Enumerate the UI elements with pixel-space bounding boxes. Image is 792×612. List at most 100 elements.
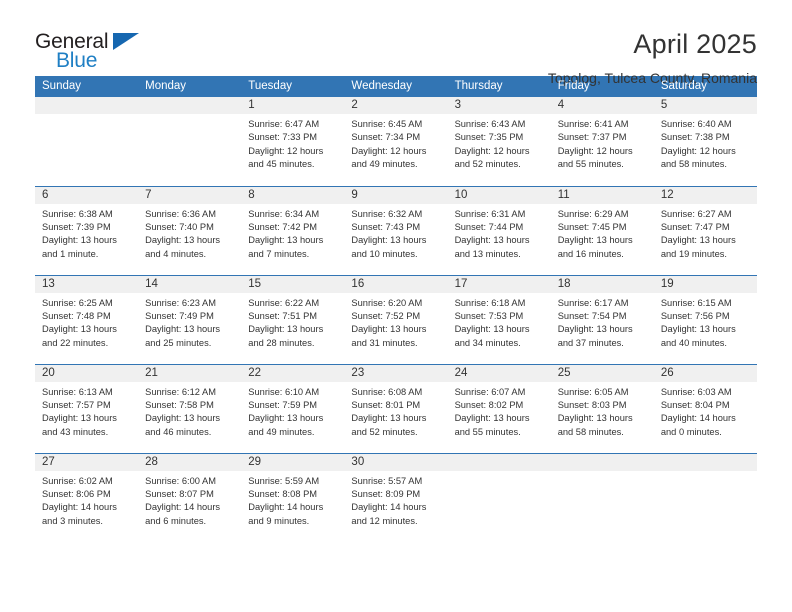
calendar-day-cell[interactable]: 8 Sunrise: 6:34 AM Sunset: 7:42 PM Daylight… — [241, 185, 345, 275]
day-number: 8 — [241, 186, 345, 204]
calendar-day-cell[interactable]: 25 Sunrise: 6:05 AM Sunset: 8:03 PM Dayligh… — [550, 363, 654, 453]
weekday-header-wednesday: Wednesday — [344, 76, 448, 97]
sunrise-text: Sunrise: 6:29 AM — [557, 208, 629, 219]
daylight-text: Daylight: 13 hours — [351, 413, 427, 424]
day-number: 29 — [241, 453, 345, 471]
calendar-cell-empty — [550, 452, 654, 542]
day-number: 24 — [447, 364, 551, 382]
daylight-text: and 58 minutes. — [557, 426, 624, 437]
day-sun-info: Sunrise: 6:36 AM Sunset: 7:40 PM Daylight:… — [138, 204, 241, 262]
calendar-day-cell[interactable]: 28 Sunrise: 6:00 AM Sunset: 8:07 PM Dayligh… — [138, 452, 242, 542]
daylight-text: Daylight: 13 hours — [557, 413, 633, 424]
day-sun-info: Sunrise: 6:13 AM Sunset: 7:57 PM Daylight:… — [35, 382, 138, 440]
calendar-body: 1 Sunrise: 6:47 AM Sunset: 7:33 PM Daylight… — [35, 97, 757, 542]
sunrise-text: Sunrise: 5:59 AM — [248, 475, 320, 486]
calendar-cell-empty — [138, 97, 242, 186]
calendar-day-cell[interactable]: 24 Sunrise: 6:07 AM Sunset: 8:02 PM Dayligh… — [447, 363, 551, 453]
day-sun-info: Sunrise: 6:07 AM Sunset: 8:02 PM Daylight:… — [448, 382, 551, 440]
daylight-text: Daylight: 13 hours — [42, 324, 117, 335]
day-number: 26 — [653, 364, 757, 382]
day-number: 23 — [344, 364, 448, 382]
sunset-text: Sunset: 8:08 PM — [248, 488, 318, 499]
sunset-text: Sunset: 8:06 PM — [42, 488, 111, 499]
calendar-day-cell[interactable]: 9 Sunrise: 6:32 AM Sunset: 7:43 PM Daylight… — [344, 185, 448, 275]
day-number: 25 — [550, 364, 654, 382]
daylight-text: and 37 minutes. — [557, 337, 624, 348]
sunset-text: Sunset: 8:04 PM — [660, 399, 730, 410]
sunrise-text: Sunrise: 6:43 AM — [454, 119, 526, 129]
weekday-header-sunday: Sunday — [35, 76, 139, 97]
calendar-day-cell[interactable]: 15 Sunrise: 6:22 AM Sunset: 7:51 PM Dayligh… — [241, 274, 345, 364]
calendar-day-cell[interactable]: 14 Sunrise: 6:23 AM Sunset: 7:49 PM Dayligh… — [138, 274, 242, 364]
calendar-day-cell[interactable]: 6 Sunrise: 6:38 AM Sunset: 7:39 PM Daylight… — [35, 185, 139, 275]
sunset-text: Sunset: 7:51 PM — [248, 310, 318, 321]
calendar-week-row: 20 Sunrise: 6:13 AM Sunset: 7:57 PM Dayligh… — [35, 363, 757, 453]
calendar-day-cell[interactable]: 1 Sunrise: 6:47 AM Sunset: 7:33 PM Daylight… — [241, 97, 345, 186]
sunrise-text: Sunrise: 6:40 AM — [660, 119, 732, 129]
calendar-week-row: 27 Sunrise: 6:02 AM Sunset: 8:06 PM Dayligh… — [35, 452, 757, 542]
day-sun-info: Sunrise: 6:27 AM Sunset: 7:47 PM Daylight:… — [654, 204, 757, 262]
calendar-day-cell[interactable]: 20 Sunrise: 6:13 AM Sunset: 7:57 PM Dayligh… — [35, 363, 139, 453]
day-number: 14 — [138, 275, 242, 293]
daylight-text: Daylight: 14 hours — [145, 502, 221, 513]
day-sun-info: Sunrise: 5:57 AM Sunset: 8:09 PM Daylight:… — [344, 471, 447, 529]
calendar-day-cell[interactable]: 23 Sunrise: 6:08 AM Sunset: 8:01 PM Dayligh… — [344, 363, 448, 453]
sunset-text: Sunset: 7:49 PM — [145, 310, 214, 321]
calendar-day-cell[interactable]: 10 Sunrise: 6:31 AM Sunset: 7:44 PM Dayligh… — [447, 185, 551, 275]
daylight-text: and 55 minutes. — [454, 426, 521, 437]
sunrise-text: Sunrise: 6:05 AM — [557, 386, 629, 397]
calendar-day-cell[interactable]: 26 Sunrise: 6:03 AM Sunset: 8:04 PM Dayligh… — [653, 363, 757, 453]
calendar-day-cell[interactable]: 21 Sunrise: 6:12 AM Sunset: 7:58 PM Dayligh… — [138, 363, 242, 453]
calendar-day-cell[interactable]: 19 Sunrise: 6:15 AM Sunset: 7:56 PM Dayligh… — [653, 274, 757, 364]
day-sun-info: Sunrise: 6:12 AM Sunset: 7:58 PM Daylight:… — [138, 382, 241, 440]
calendar-cell-empty — [447, 452, 551, 542]
calendar-day-cell[interactable]: 3 Sunrise: 6:43 AM Sunset: 7:35 PM Daylight… — [447, 97, 551, 186]
calendar-day-cell[interactable]: 11 Sunrise: 6:29 AM Sunset: 7:45 PM Dayligh… — [550, 185, 654, 275]
day-sun-info: Sunrise: 6:10 AM Sunset: 7:59 PM Daylight:… — [241, 382, 344, 440]
calendar-day-cell[interactable]: 18 Sunrise: 6:17 AM Sunset: 7:54 PM Dayligh… — [550, 274, 654, 364]
day-number: 11 — [550, 186, 654, 204]
daylight-text: and 46 minutes. — [145, 426, 212, 437]
calendar-cell-empty — [653, 452, 757, 542]
day-number: 6 — [35, 186, 139, 204]
calendar-day-cell[interactable]: 7 Sunrise: 6:36 AM Sunset: 7:40 PM Daylight… — [138, 185, 242, 275]
calendar-day-cell[interactable]: 30 Sunrise: 5:57 AM Sunset: 8:09 PM Dayligh… — [344, 452, 448, 542]
calendar-week-row: 1 Sunrise: 6:47 AM Sunset: 7:33 PM Daylight… — [35, 97, 757, 186]
calendar-day-cell[interactable]: 17 Sunrise: 6:18 AM Sunset: 7:53 PM Dayligh… — [447, 274, 551, 364]
sunrise-text: Sunrise: 6:23 AM — [145, 297, 216, 308]
calendar-day-cell[interactable]: 2 Sunrise: 6:45 AM Sunset: 7:34 PM Daylight… — [344, 97, 448, 186]
sunset-text: Sunset: 8:03 PM — [557, 399, 627, 410]
sunset-text: Sunset: 8:07 PM — [145, 488, 214, 499]
sunset-text: Sunset: 7:43 PM — [351, 221, 421, 232]
daylight-text: Daylight: 14 hours — [42, 502, 117, 513]
calendar-day-cell[interactable]: 27 Sunrise: 6:02 AM Sunset: 8:06 PM Dayligh… — [35, 452, 139, 542]
day-sun-info: Sunrise: 6:02 AM Sunset: 8:06 PM Daylight:… — [35, 471, 138, 529]
calendar-day-cell[interactable]: 29 Sunrise: 5:59 AM Sunset: 8:08 PM Dayligh… — [241, 452, 345, 542]
day-sun-info: Sunrise: 6:22 AM Sunset: 7:51 PM Daylight:… — [241, 293, 344, 351]
sunset-text: Sunset: 8:09 PM — [351, 488, 421, 499]
day-sun-info: Sunrise: 6:34 AM Sunset: 7:42 PM Daylight:… — [241, 204, 344, 262]
sunrise-text: Sunrise: 6:03 AM — [660, 386, 732, 397]
daylight-text: Daylight: 13 hours — [660, 235, 736, 246]
day-number — [35, 97, 139, 114]
calendar-day-cell[interactable]: 16 Sunrise: 6:20 AM Sunset: 7:52 PM Dayligh… — [344, 274, 448, 364]
calendar-day-cell[interactable]: 5 Sunrise: 6:40 AM Sunset: 7:38 PM Daylight… — [653, 97, 757, 186]
daylight-text: Daylight: 14 hours — [660, 413, 736, 424]
day-number: 15 — [241, 275, 345, 293]
daylight-text: and 43 minutes. — [42, 426, 109, 437]
calendar-day-cell[interactable]: 4 Sunrise: 6:41 AM Sunset: 7:37 PM Daylight… — [550, 97, 654, 186]
weekday-header-monday: Monday — [138, 76, 242, 97]
daylight-text: Daylight: 13 hours — [145, 324, 221, 335]
calendar-day-cell[interactable]: 22 Sunrise: 6:10 AM Sunset: 7:59 PM Dayligh… — [241, 363, 345, 453]
calendar-day-cell[interactable]: 12 Sunrise: 6:27 AM Sunset: 7:47 PM Dayligh… — [653, 185, 757, 275]
daylight-text: Daylight: 13 hours — [145, 413, 221, 424]
sunrise-text: Sunrise: 6:22 AM — [248, 297, 320, 308]
calendar-day-cell[interactable]: 13 Sunrise: 6:25 AM Sunset: 7:48 PM Dayligh… — [35, 274, 139, 364]
day-number: 28 — [138, 453, 242, 471]
daylight-text: Daylight: 13 hours — [660, 324, 736, 335]
daylight-text: and 7 minutes. — [248, 248, 310, 259]
sunrise-text: Sunrise: 6:20 AM — [351, 297, 423, 308]
daylight-text: Daylight: 12 hours — [454, 145, 530, 156]
day-number: 5 — [653, 97, 757, 114]
general-blue-logo[interactable]: General Blue — [35, 28, 155, 74]
